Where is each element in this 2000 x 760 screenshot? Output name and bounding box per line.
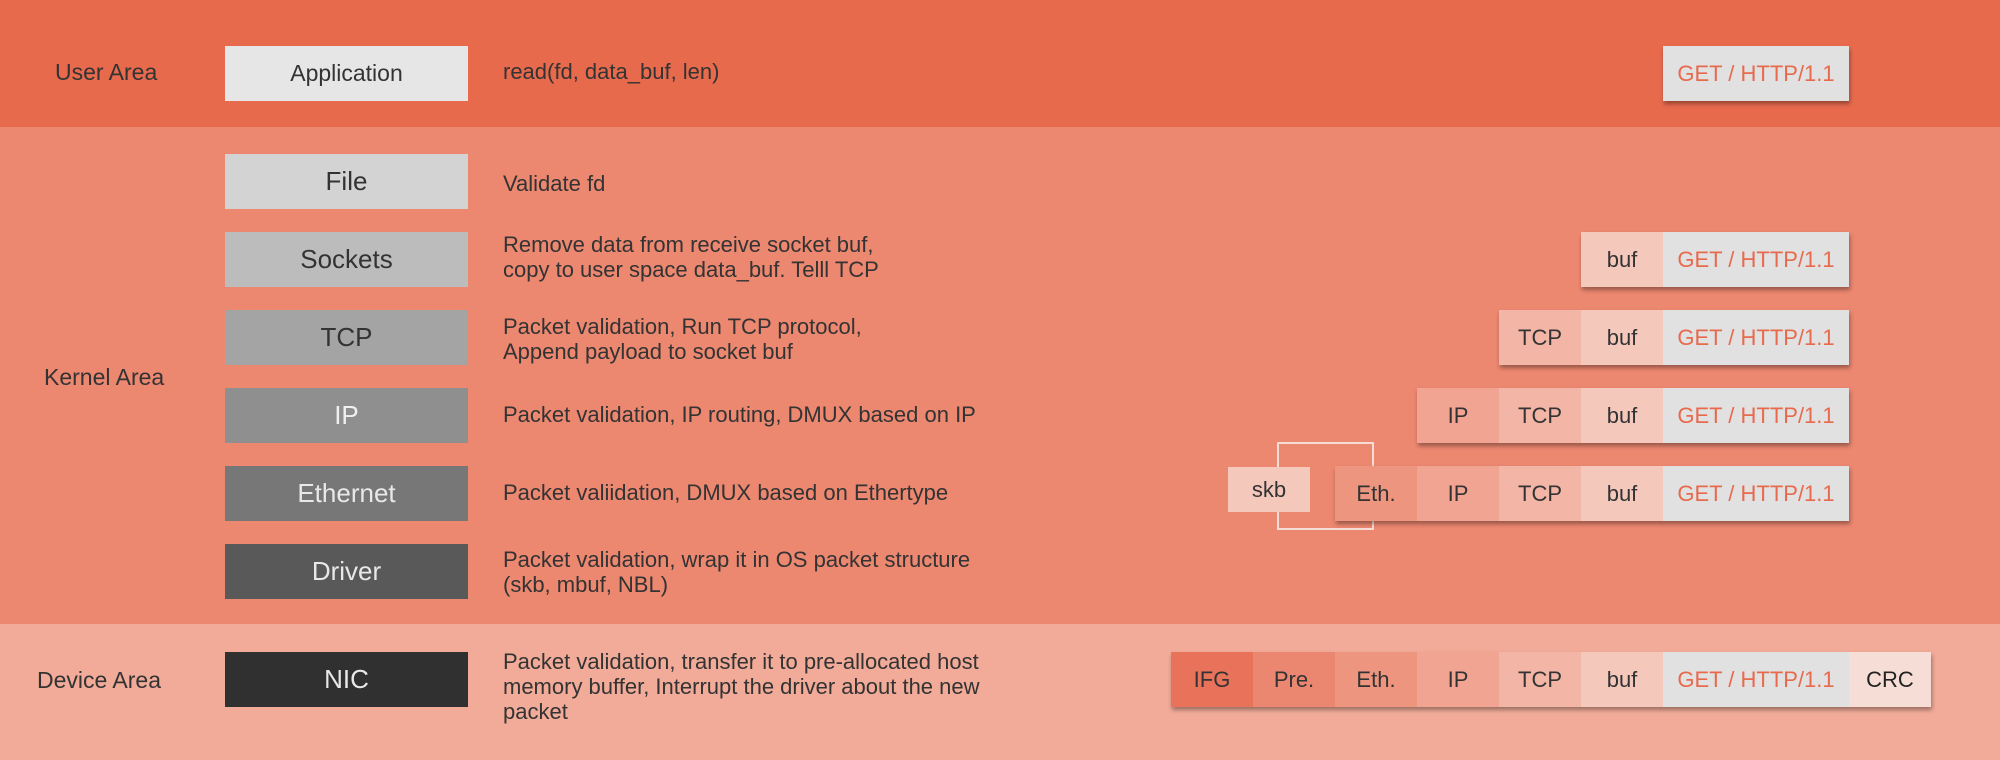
packet-http-payload: GET / HTTP/1.1 <box>1663 310 1849 365</box>
layer-file: File <box>225 154 468 209</box>
desc-driver-line-2: (skb, mbuf, NBL) <box>503 572 669 597</box>
desc-nic: Packet validation, transfer it to pre-al… <box>503 649 980 724</box>
packet-eth-header: Eth. <box>1335 466 1417 521</box>
packet-row-nic: IFG Pre. Eth. IP TCP buf GET / HTTP/1.1 … <box>1171 652 1931 707</box>
desc-application: read(fd, data_buf, len) <box>503 59 719 84</box>
user-area-label: User Area <box>55 59 158 85</box>
packet-preamble: Pre. <box>1253 652 1335 707</box>
skb-label: skb <box>1228 467 1310 512</box>
packet-row-ip: IP TCP buf GET / HTTP/1.1 <box>1417 388 1849 443</box>
desc-tcp: Packet validation, Run TCP protocol, App… <box>503 314 862 364</box>
layer-driver: Driver <box>225 544 468 599</box>
desc-nic-line-1: Packet validation, transfer it to pre-al… <box>503 649 979 674</box>
desc-application-text: read(fd, data_buf, len) <box>503 59 720 84</box>
packet-ip-header: IP <box>1417 466 1499 521</box>
layer-tcp: TCP <box>225 310 468 365</box>
packet-http-payload: GET / HTTP/1.1 <box>1663 652 1849 707</box>
layer-ethernet: Ethernet <box>225 466 468 521</box>
packet-crc: CRC <box>1849 652 1931 707</box>
packet-buf-segment: buf <box>1581 310 1663 365</box>
packet-ip-header: IP <box>1417 388 1499 443</box>
packet-http-payload: GET / HTTP/1.1 <box>1663 388 1849 443</box>
packet-buf-segment: buf <box>1581 466 1663 521</box>
packet-row-tcp: TCP buf GET / HTTP/1.1 <box>1499 310 1849 365</box>
desc-nic-line-3: packet <box>503 699 568 724</box>
kernel-area-label: Kernel Area <box>44 364 165 390</box>
packet-tcp-header: TCP <box>1499 310 1581 365</box>
packet-buf-segment: buf <box>1581 388 1663 443</box>
packet-tcp-header: TCP <box>1499 652 1581 707</box>
packet-buf-segment: buf <box>1581 652 1663 707</box>
desc-tcp-line-1: Packet validation, Run TCP protocol, <box>503 314 862 339</box>
desc-ip: Packet validation, IP routing, DMUX base… <box>503 402 976 427</box>
desc-driver: Packet validation, wrap it in OS packet … <box>503 547 970 597</box>
desc-nic-line-2: memory buffer, Interrupt the driver abou… <box>503 674 980 699</box>
packet-ifg: IFG <box>1171 652 1253 707</box>
packet-http-payload: GET / HTTP/1.1 <box>1663 46 1849 101</box>
layer-ip: IP <box>225 388 468 443</box>
desc-sockets-line-1: Remove data from receive socket buf, <box>503 232 874 257</box>
desc-ip-text: Packet validation, IP routing, DMUX base… <box>503 402 976 427</box>
desc-tcp-line-2: Append payload to socket buf <box>503 339 793 364</box>
desc-driver-line-1: Packet validation, wrap it in OS packet … <box>503 547 971 572</box>
desc-file: Validate fd <box>503 171 605 196</box>
packet-row-ethernet: Eth. IP TCP buf GET / HTTP/1.1 <box>1335 466 1849 521</box>
desc-sockets-line-2: copy to user space data_buf. Telll TCP <box>503 257 879 282</box>
packet-http-payload: GET / HTTP/1.1 <box>1663 232 1849 287</box>
packet-row-sockets: buf GET / HTTP/1.1 <box>1581 232 1849 287</box>
layer-application: Application <box>225 46 468 101</box>
packet-tcp-header: TCP <box>1499 466 1581 521</box>
desc-file-text: Validate fd <box>503 171 606 196</box>
layer-sockets: Sockets <box>225 232 468 287</box>
packet-http-payload: GET / HTTP/1.1 <box>1663 466 1849 521</box>
desc-ethernet: Packet valiidation, DMUX based on Ethert… <box>503 480 948 505</box>
desc-sockets: Remove data from receive socket buf, cop… <box>503 232 879 282</box>
layer-nic: NIC <box>225 652 468 707</box>
packet-ip-header: IP <box>1417 652 1499 707</box>
device-area-label: Device Area <box>37 667 162 693</box>
packet-row-application: GET / HTTP/1.1 <box>1663 46 1849 101</box>
desc-ethernet-text: Packet valiidation, DMUX based on Ethert… <box>503 480 949 505</box>
packet-eth-header: Eth. <box>1335 652 1417 707</box>
packet-buf-segment: buf <box>1581 232 1663 287</box>
packet-tcp-header: TCP <box>1499 388 1581 443</box>
